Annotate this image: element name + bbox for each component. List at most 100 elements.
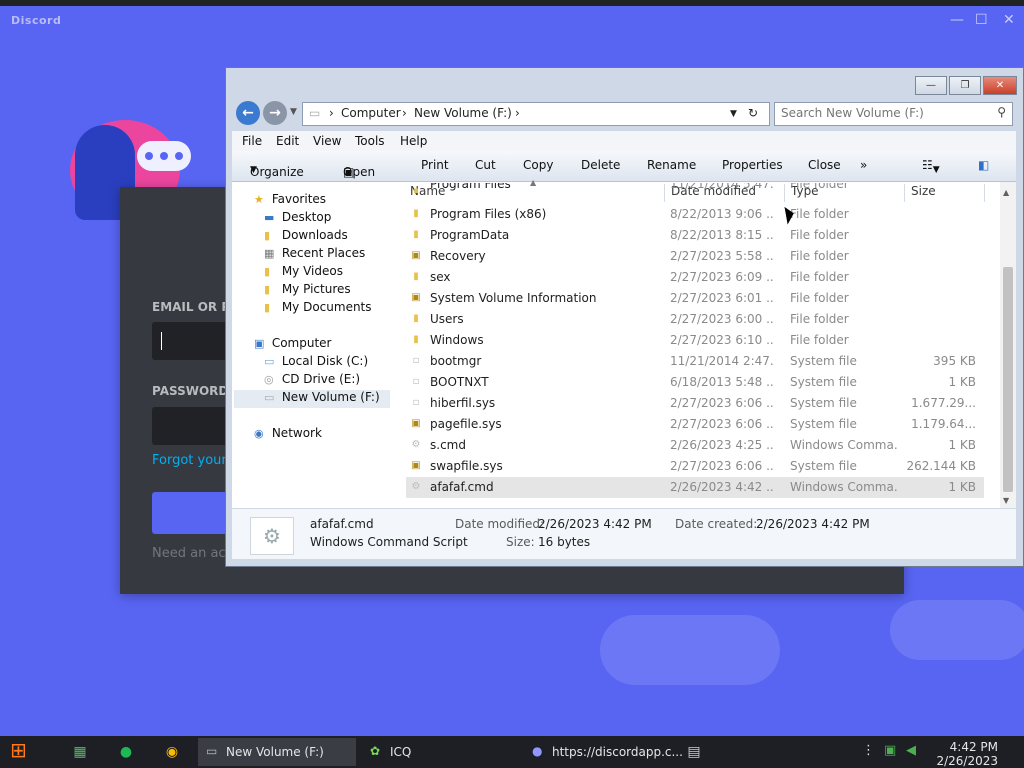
table-row[interactable]: ▮ sex 2/27/2023 6:09 ... File folder bbox=[406, 267, 984, 288]
table-row[interactable]: ▮ Program Files (x86) 8/22/2013 9:06 ... Fi… bbox=[406, 204, 984, 225]
clock[interactable]: 4:42 PM 2/26/2023 bbox=[936, 740, 998, 768]
view-options-icon[interactable]: ☷ ▼ bbox=[922, 158, 940, 175]
table-row[interactable]: ▫ bootmgr 11/21/2014 2:47... System file 395… bbox=[406, 351, 984, 372]
breadcrumb-separator[interactable]: › bbox=[402, 106, 407, 120]
cell-name: pagefile.sys bbox=[430, 417, 502, 431]
network-tray-icon[interactable]: ▣ bbox=[884, 743, 896, 758]
disk-icon: ▭ bbox=[264, 355, 275, 368]
more-commands-button[interactable]: » bbox=[860, 158, 867, 172]
table-row[interactable]: ▣ swapfile.sys 2/27/2023 6:06 ... System fi… bbox=[406, 456, 984, 477]
refresh-icon[interactable]: ↻ bbox=[748, 106, 758, 120]
nav-network[interactable]: ◉ Network bbox=[254, 426, 322, 444]
copy-button[interactable]: Copy bbox=[523, 158, 553, 172]
scrollbar-thumb[interactable] bbox=[1003, 267, 1013, 492]
address-bar[interactable]: ▭ › Computer › New Volume (F:) › ▼ ↻ bbox=[302, 102, 770, 126]
close-button[interactable]: ✕ bbox=[983, 76, 1017, 95]
table-row[interactable]: ⚙ afafaf.cmd 2/26/2023 4:42 ... Windows Com… bbox=[406, 477, 984, 498]
table-row[interactable]: ▫ hiberfil.sys 2/27/2023 6:06 ... System fi… bbox=[406, 393, 984, 414]
nav-favorites[interactable]: ★ Favorites bbox=[254, 192, 326, 210]
properties-button[interactable]: Properties bbox=[722, 158, 783, 172]
scroll-down-icon[interactable]: ▼ bbox=[1003, 496, 1009, 505]
menu-tools[interactable]: Tools bbox=[355, 134, 385, 148]
search-input[interactable] bbox=[781, 105, 981, 121]
chrome-icon[interactable]: ◉ bbox=[160, 740, 184, 764]
table-row[interactable]: ▮ ProgramData 8/22/2013 8:15 ... File folde… bbox=[406, 225, 984, 246]
scroll-up-icon[interactable]: ▲ bbox=[1003, 188, 1009, 197]
vertical-scrollbar[interactable]: ▲ ▼ bbox=[1000, 182, 1016, 508]
close-file-button[interactable]: Close bbox=[808, 158, 841, 172]
breadcrumb-separator[interactable]: › bbox=[329, 106, 334, 120]
breadcrumb-separator[interactable]: › bbox=[515, 106, 520, 120]
task-new-volume[interactable]: ▭ New Volume (F:) bbox=[198, 738, 356, 766]
minimize-button[interactable]: — bbox=[915, 76, 947, 95]
search-box[interactable]: ⚲ bbox=[774, 102, 1013, 126]
nav-local-disk-c[interactable]: ▭ Local Disk (C:) bbox=[264, 354, 368, 372]
cell-type: File folder bbox=[790, 228, 849, 242]
nav-my-videos[interactable]: ▮ My Videos bbox=[264, 264, 343, 282]
cell-type: File folder bbox=[790, 270, 849, 284]
address-dropdown-icon[interactable]: ▼ bbox=[730, 109, 737, 119]
task-icq[interactable]: ✿ ICQ bbox=[362, 738, 512, 766]
table-row[interactable]: ▮ Windows 2/27/2023 6:10 ... File folder bbox=[406, 330, 984, 351]
table-row[interactable]: ▣ pagefile.sys 2/27/2023 6:06 ... System fi… bbox=[406, 414, 984, 435]
cell-name: Program Files (x86) bbox=[430, 207, 547, 221]
folder-icon: ▮ bbox=[413, 208, 419, 219]
spotify-icon[interactable]: ● bbox=[114, 740, 138, 764]
recent-pages-dropdown[interactable]: ▼ bbox=[290, 107, 297, 117]
nav-recent-places[interactable]: ▦ Recent Places bbox=[264, 246, 365, 264]
nav-label: Favorites bbox=[271, 192, 327, 206]
breadcrumb-new-volume[interactable]: New Volume (F:) bbox=[414, 106, 512, 120]
delete-button[interactable]: Delete bbox=[581, 158, 620, 172]
cell-type: System file bbox=[790, 459, 857, 473]
print-button[interactable]: Print bbox=[421, 158, 449, 172]
volume-icon[interactable]: ◀ bbox=[906, 743, 916, 758]
table-row[interactable]: ▣ System Volume Information 2/27/2023 6:01… bbox=[406, 288, 984, 309]
forgot-password-link[interactable]: Forgot your bbox=[152, 453, 227, 468]
table-row[interactable]: ▮ Program Files 11/21/2014 5:47... File fol… bbox=[406, 183, 984, 193]
nav-label: Local Disk (C:) bbox=[281, 354, 369, 368]
cut-button[interactable]: Cut bbox=[475, 158, 496, 172]
desktop-icon: ▬ bbox=[264, 211, 275, 224]
terminal-icon[interactable]: ▤ bbox=[682, 740, 706, 764]
nav-desktop[interactable]: ▬ Desktop bbox=[264, 210, 331, 228]
file-manager-icon[interactable]: ▦ bbox=[68, 740, 92, 764]
start-button[interactable]: ⊞ bbox=[10, 738, 42, 766]
breadcrumb-computer[interactable]: Computer bbox=[341, 106, 401, 120]
nav-my-pictures[interactable]: ▮ My Pictures bbox=[264, 282, 351, 300]
search-icon[interactable]: ⚲ bbox=[997, 105, 1006, 119]
nav-computer[interactable]: ▣ Computer bbox=[254, 336, 331, 354]
cell-size: 1 KB bbox=[948, 375, 976, 389]
forward-button[interactable]: → bbox=[263, 101, 287, 125]
cell-date: 11/21/2014 5:47... bbox=[670, 183, 774, 191]
nav-cd-drive-e[interactable]: ◎ CD Drive (E:) bbox=[264, 372, 360, 390]
cell-date: 2/27/2023 6:06 ... bbox=[670, 417, 774, 431]
back-button[interactable]: ← bbox=[236, 101, 260, 125]
table-row[interactable]: ▣ Recovery 2/27/2023 5:58 ... File folder bbox=[406, 246, 984, 267]
menu-file[interactable]: File bbox=[242, 134, 262, 148]
table-row[interactable]: ▫ BOOTNXT 6/18/2013 5:48 ... System file 1 K… bbox=[406, 372, 984, 393]
table-row[interactable]: ▮ Users 2/27/2023 6:00 ... File folder bbox=[406, 309, 984, 330]
nav-downloads[interactable]: ▮ Downloads bbox=[264, 228, 348, 246]
cell-name: Windows bbox=[430, 333, 484, 347]
preview-pane-icon[interactable]: ◧ bbox=[978, 158, 989, 172]
folder-icon: ▮ bbox=[413, 187, 419, 193]
task-discord[interactable]: ● https://discordapp.c... bbox=[524, 738, 683, 766]
menu-help[interactable]: Help bbox=[400, 134, 427, 148]
clock-time: 4:42 PM bbox=[949, 740, 998, 754]
discord-minimize-button[interactable]: — bbox=[950, 12, 964, 28]
maximize-button[interactable]: ❐ bbox=[949, 76, 981, 95]
details-modified-value: 2/26/2023 4:42 PM bbox=[538, 517, 652, 531]
cmd-file-icon: ⚙ bbox=[411, 481, 421, 492]
menu-edit[interactable]: Edit bbox=[276, 134, 299, 148]
rename-button[interactable]: Rename bbox=[647, 158, 696, 172]
nav-new-volume-f[interactable]: ▭ New Volume (F:) bbox=[234, 390, 390, 408]
table-row[interactable]: ⚙ s.cmd 2/26/2023 4:25 ... Windows Comma...… bbox=[406, 435, 984, 456]
nav-my-documents[interactable]: ▮ My Documents bbox=[264, 300, 372, 318]
menu-view[interactable]: View bbox=[313, 134, 341, 148]
overflow-menu-icon[interactable]: ⋮ bbox=[862, 743, 875, 758]
discord-close-button[interactable]: ✕ bbox=[1003, 12, 1015, 28]
discord-maximize-button[interactable]: ☐ bbox=[975, 12, 988, 28]
explorer-window: — ❐ ✕ ← → ▼ ▭ › Computer › New Volume (F… bbox=[225, 67, 1024, 567]
cell-type: File folder bbox=[790, 312, 849, 326]
column-divider[interactable] bbox=[984, 184, 985, 202]
